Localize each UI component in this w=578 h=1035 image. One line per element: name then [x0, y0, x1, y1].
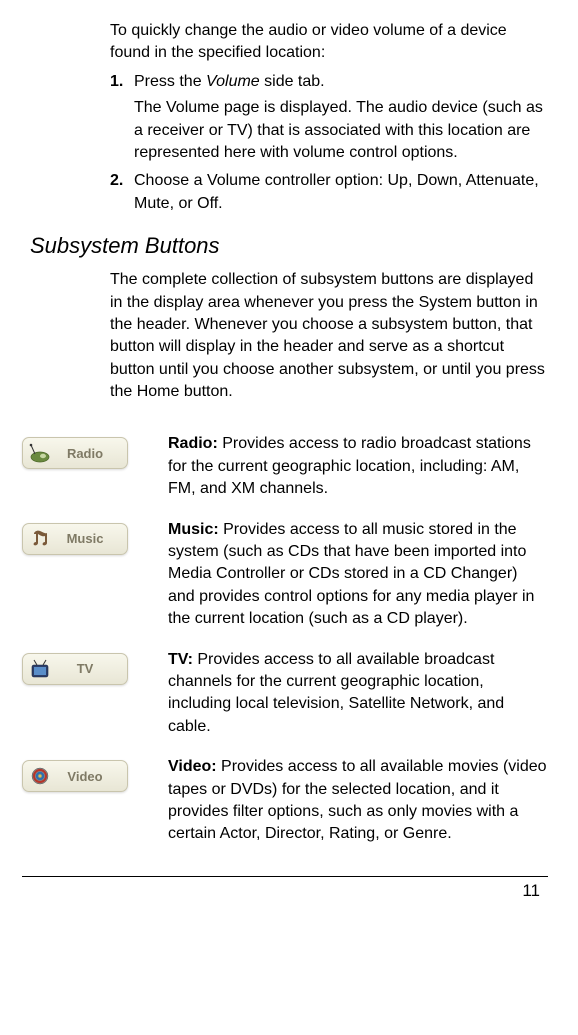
step-1-body: Press the Volume side tab. The Volume pa…	[134, 71, 548, 165]
step-1-text: Press the Volume side tab.	[134, 71, 548, 93]
section-heading: Subsystem Buttons	[30, 233, 548, 259]
music-label: Music	[51, 531, 119, 546]
tv-desc: TV: Provides access to all available bro…	[168, 649, 548, 739]
music-icon	[29, 528, 51, 550]
button-row-music: Music Music: Provides access to all musi…	[22, 519, 548, 631]
radio-label: Radio	[51, 446, 119, 461]
video-desc: Video: Provides access to all available …	[168, 756, 548, 846]
music-desc-text: Provides access to all music stored in t…	[168, 521, 534, 628]
section-desc: The complete collection of subsystem but…	[110, 269, 548, 403]
step-2-text: Choose a Volume controller option: Up, D…	[134, 170, 548, 215]
radio-icon	[29, 442, 51, 464]
buttons-block: Radio Radio: Provides access to radio br…	[22, 433, 548, 845]
step-2-number: 2.	[110, 170, 134, 215]
video-icon	[29, 765, 51, 787]
section-desc-text: The complete collection of subsystem but…	[110, 269, 548, 403]
tv-desc-text: Provides access to all available broadca…	[168, 651, 504, 735]
tv-desc-label: TV:	[168, 651, 193, 668]
music-button[interactable]: Music	[22, 523, 128, 555]
steps-list: 1. Press the Volume side tab. The Volume…	[110, 71, 548, 215]
step-2-body: Choose a Volume controller option: Up, D…	[134, 170, 548, 215]
music-desc-label: Music:	[168, 521, 219, 538]
radio-desc: Radio: Provides access to radio broadcas…	[168, 433, 548, 500]
page: To quickly change the audio or video vol…	[0, 0, 578, 921]
radio-desc-label: Radio:	[168, 435, 218, 452]
intro-paragraph: To quickly change the audio or video vol…	[110, 20, 548, 65]
page-number: 11	[22, 881, 548, 901]
intro-text: To quickly change the audio or video vol…	[110, 20, 548, 65]
tv-button[interactable]: TV	[22, 653, 128, 685]
footer-divider	[22, 876, 548, 877]
button-row-video: Video Video: Provides access to all avai…	[22, 756, 548, 846]
tv-label: TV	[51, 661, 119, 676]
step-1: 1. Press the Volume side tab. The Volume…	[110, 71, 548, 165]
step-1-number: 1.	[110, 71, 134, 165]
tv-icon	[29, 658, 51, 680]
step-1-sub: The Volume page is displayed. The audio …	[134, 97, 548, 164]
video-label: Video	[51, 769, 119, 784]
video-button[interactable]: Video	[22, 760, 128, 792]
video-desc-text: Provides access to all available movies …	[168, 758, 547, 842]
radio-desc-text: Provides access to radio broadcast stati…	[168, 435, 531, 497]
radio-button[interactable]: Radio	[22, 437, 128, 469]
button-row-tv: TV TV: Provides access to all available …	[22, 649, 548, 739]
step-2: 2. Choose a Volume controller option: Up…	[110, 170, 548, 215]
video-desc-label: Video:	[168, 758, 217, 775]
button-row-radio: Radio Radio: Provides access to radio br…	[22, 433, 548, 500]
music-desc: Music: Provides access to all music stor…	[168, 519, 548, 631]
